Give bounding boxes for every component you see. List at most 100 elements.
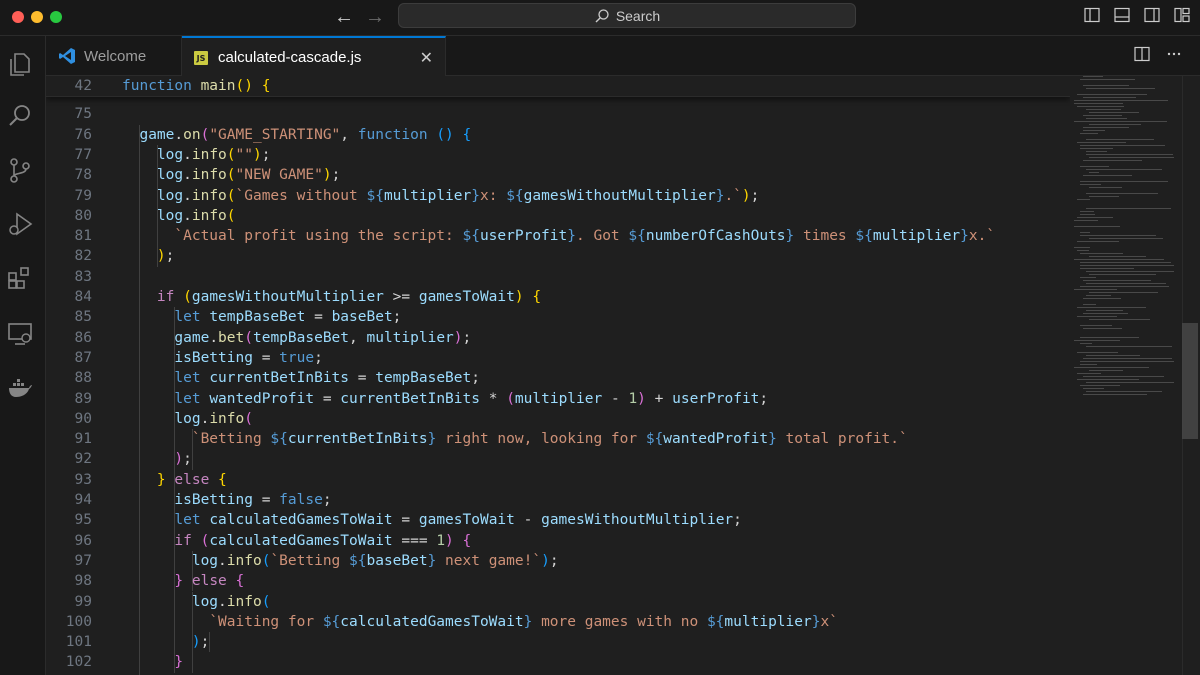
back-arrow-icon[interactable]: ← <box>334 6 354 28</box>
code-token: x.` <box>968 228 996 245</box>
source-control-icon[interactable] <box>6 156 34 184</box>
code-line[interactable]: 83 <box>46 267 1070 287</box>
code-token: } <box>471 187 480 204</box>
code-editor[interactable]: 42 function main() { 75 76 game.on("GAME_ST… <box>46 76 1070 675</box>
minimap-line <box>1080 148 1113 149</box>
code-line[interactable]: 85 let tempBaseBet = baseBet; <box>46 307 1070 327</box>
docker-icon[interactable] <box>6 374 34 402</box>
toggle-secondary-sidebar-icon[interactable] <box>1144 7 1160 23</box>
minimap-line <box>1077 316 1117 317</box>
code-token: ${ <box>706 613 725 630</box>
tab-calculated-cascade-js[interactable]: JS calculated-cascade.js ✕ <box>182 36 446 77</box>
split-editor-icon[interactable] <box>1134 46 1150 62</box>
search-icon <box>595 8 609 22</box>
code-token: true <box>279 349 315 366</box>
minimap-line <box>1083 97 1136 98</box>
code-line[interactable]: 101 ); <box>46 632 1070 652</box>
maximize-window-button[interactable] <box>50 11 62 23</box>
toggle-primary-sidebar-icon[interactable] <box>1084 7 1100 23</box>
code-line[interactable]: 87 isBetting = true; <box>46 348 1070 368</box>
code-line[interactable]: 94 isBetting = false; <box>46 490 1070 510</box>
code-line[interactable]: 86 game.bet(tempBaseBet, multiplier); <box>46 328 1070 348</box>
code-line[interactable]: 96 if (calculatedGamesToWait === 1) { <box>46 531 1070 551</box>
customize-layout-icon[interactable] <box>1174 7 1190 23</box>
code-token: currentBetInBits <box>209 370 350 387</box>
code-line[interactable]: 76 game.on("GAME_STARTING", function () … <box>46 125 1070 145</box>
minimap-line <box>1080 211 1094 212</box>
code-line[interactable]: 100 `Waiting for ${calculatedGamesToWait… <box>46 612 1070 632</box>
code-line[interactable]: 77 log.info(""); <box>46 145 1070 165</box>
code-line[interactable]: 95 let calculatedGamesToWait = gamesToWa… <box>46 510 1070 530</box>
code-line[interactable]: 82 ); <box>46 246 1070 266</box>
code-line[interactable]: 93 } else { <box>46 470 1070 490</box>
more-actions-icon[interactable] <box>1166 46 1182 62</box>
line-number: 83 <box>74 268 92 285</box>
forward-arrow-icon[interactable]: → <box>365 6 385 28</box>
minimap-line <box>1089 187 1122 188</box>
minimize-window-button[interactable] <box>31 11 43 23</box>
code-line[interactable]: 90 log.info( <box>46 409 1070 429</box>
toggle-panel-icon[interactable] <box>1114 7 1130 23</box>
code-line[interactable]: 79 log.info(`Games without ${multiplier}… <box>46 186 1070 206</box>
extensions-icon[interactable] <box>6 264 34 292</box>
code-text: ); <box>122 449 191 469</box>
code-line[interactable]: 97 log.info(`Betting ${baseBet} next gam… <box>46 551 1070 571</box>
remote-explorer-icon[interactable] <box>6 320 34 348</box>
code-line[interactable]: 75 <box>46 104 1070 124</box>
close-window-button[interactable] <box>12 11 24 23</box>
code-line[interactable]: 102 } <box>46 652 1070 672</box>
code-token: { <box>532 289 542 305</box>
code-token: } <box>174 573 184 590</box>
code-line[interactable]: 89 let wantedProfit = currentBetInBits *… <box>46 389 1070 409</box>
code-line[interactable]: 99 log.info( <box>46 592 1070 612</box>
code-token: wantedProfit <box>663 431 769 448</box>
code-token: ) <box>156 248 166 265</box>
code-line[interactable]: 91 `Betting ${currentBetInBits} right no… <box>46 429 1070 449</box>
minimap-line <box>1077 142 1126 143</box>
explorer-icon[interactable] <box>6 50 34 78</box>
code-line[interactable]: 84 if (gamesWithoutMultiplier >= gamesTo… <box>46 287 1070 307</box>
scrollbar-thumb[interactable] <box>1182 323 1198 439</box>
code-line[interactable]: 81 `Actual profit using the script: ${us… <box>46 226 1070 246</box>
code-text: log.info( <box>122 206 236 226</box>
tab-welcome[interactable]: Welcome <box>46 36 182 76</box>
minimap-line <box>1083 85 1129 86</box>
code-line[interactable]: 98 } else { <box>46 571 1070 591</box>
code-token: 1 <box>628 390 638 407</box>
code-line[interactable]: 78 log.info("NEW GAME"); <box>46 165 1070 185</box>
line-number: 99 <box>74 593 92 610</box>
code-line[interactable]: 80 log.info( <box>46 206 1070 226</box>
code-token: gamesWithoutMultiplier <box>541 512 734 529</box>
line-number: 75 <box>74 106 92 123</box>
run-and-debug-icon[interactable] <box>6 210 34 238</box>
code-token: 1 <box>436 532 446 549</box>
code-token: ( <box>506 390 515 407</box>
minimap[interactable] <box>1070 76 1180 675</box>
close-tab-icon[interactable]: ✕ <box>420 48 433 68</box>
line-number: 84 <box>74 289 92 305</box>
code-token: . <box>183 146 192 163</box>
minimap-line <box>1083 328 1122 329</box>
sticky-scroll-line[interactable]: 42 function main() { <box>46 76 1070 97</box>
code-line[interactable]: 88 let currentBetInBits = tempBaseBet; <box>46 368 1070 388</box>
minimap-line <box>1083 115 1122 116</box>
minimap-line <box>1086 139 1154 140</box>
minimap-line <box>1077 94 1147 95</box>
code-token: } <box>174 654 184 671</box>
line-number: 87 <box>74 349 92 366</box>
code-token: "NEW GAME" <box>235 167 323 184</box>
search-icon[interactable] <box>6 102 34 130</box>
code-line[interactable]: 92 ); <box>46 449 1070 469</box>
code-token: ; <box>750 187 760 204</box>
code-token: ) <box>453 329 463 346</box>
command-center-search[interactable]: Search <box>398 3 856 28</box>
minimap-line <box>1080 181 1168 182</box>
code-token: = <box>252 349 280 366</box>
